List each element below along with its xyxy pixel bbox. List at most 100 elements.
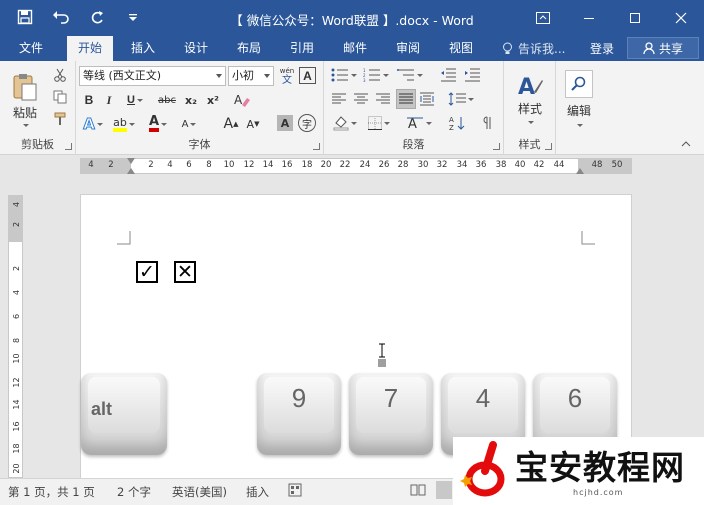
tell-me-search[interactable]: 告诉我...: [502, 40, 565, 57]
tab-home[interactable]: 开始: [67, 36, 113, 61]
superscript-button[interactable]: x²: [204, 91, 222, 109]
ruler-number: 20: [320, 160, 332, 170]
align-left-icon[interactable]: [330, 90, 348, 108]
subscript-button[interactable]: x₂: [182, 91, 200, 109]
tab-layout[interactable]: 布局: [226, 36, 272, 61]
align-center-icon[interactable]: [352, 90, 370, 108]
hanging-indent-marker[interactable]: [127, 168, 135, 174]
tab-references[interactable]: 引用: [279, 36, 325, 61]
tab-design[interactable]: 设计: [173, 36, 219, 61]
change-case-label: A: [181, 118, 189, 130]
ruler-number: 40: [514, 160, 526, 170]
editing-group: 编辑: [556, 61, 602, 155]
tab-view[interactable]: 视图: [438, 36, 484, 61]
ruler-number: 20: [12, 463, 21, 474]
justify-icon[interactable]: [396, 89, 416, 109]
paragraph-group: 123 A A Z 段落: [324, 61, 504, 155]
word-count-status[interactable]: 2 个字: [117, 484, 151, 500]
change-case-button[interactable]: A: [178, 113, 200, 135]
highlight-button[interactable]: ab: [110, 113, 138, 135]
grow-font-button[interactable]: A ▲: [222, 113, 240, 135]
redo-icon[interactable]: [88, 8, 106, 26]
highlight-dropdown-icon[interactable]: [128, 122, 135, 126]
multilevel-list-icon[interactable]: [396, 66, 424, 84]
text-effects-dropdown-icon[interactable]: [96, 122, 103, 126]
insert-mode-status[interactable]: 插入: [246, 484, 269, 500]
macro-record-icon[interactable]: [288, 483, 302, 500]
editing-button[interactable]: 编辑: [560, 66, 598, 130]
ruler-number: 4: [12, 201, 21, 208]
sort-icon[interactable]: AZ: [448, 113, 466, 133]
clipboard-launcher-icon[interactable]: [65, 143, 72, 150]
font-color-dropdown-icon[interactable]: [161, 122, 168, 126]
borders-icon[interactable]: [364, 113, 394, 133]
distributed-icon[interactable]: [418, 90, 436, 108]
ruler-number: 38: [495, 160, 507, 170]
font-color-button[interactable]: A: [144, 113, 172, 135]
quick-access-toolbar: [16, 8, 142, 26]
save-icon[interactable]: [16, 8, 34, 26]
read-mode-icon[interactable]: [410, 483, 426, 500]
increase-indent-icon[interactable]: [462, 66, 482, 84]
italic-button[interactable]: I: [101, 91, 117, 109]
underline-button[interactable]: U: [121, 91, 149, 109]
tab-mailings[interactable]: 邮件: [332, 36, 378, 61]
font-name-select[interactable]: 等线 (西文正文): [79, 66, 226, 86]
format-painter-icon[interactable]: [52, 111, 68, 127]
horizontal-ruler[interactable]: 4 2 2 4 6 8 10 12 14 16 18 20 22 24 26 28 30 32 34 36 38 40 42…: [80, 158, 632, 174]
tab-insert[interactable]: 插入: [120, 36, 166, 61]
login-link[interactable]: 登录: [590, 40, 614, 57]
ruler-number: 50: [611, 160, 623, 170]
language-status[interactable]: 英语(美国): [172, 484, 227, 500]
shrink-font-button[interactable]: A ▼: [244, 113, 262, 135]
bullets-icon[interactable]: [330, 66, 358, 84]
show-marks-icon[interactable]: [478, 113, 496, 133]
page-count-status[interactable]: 第 1 页，共 1 页: [8, 484, 95, 500]
grow-font-label: A: [223, 116, 234, 132]
bold-button[interactable]: B: [81, 91, 97, 109]
chinese-layout-icon[interactable]: A: [404, 113, 434, 133]
paste-button[interactable]: 粘贴: [8, 66, 42, 132]
align-right-icon[interactable]: [374, 90, 392, 108]
numbering-icon[interactable]: 123: [362, 66, 390, 84]
ribbon-display-icon[interactable]: [520, 0, 566, 36]
undo-icon[interactable]: [52, 8, 70, 26]
cut-icon[interactable]: [52, 67, 68, 83]
line-spacing-icon[interactable]: [446, 90, 476, 108]
shading-icon[interactable]: [330, 113, 360, 133]
svg-text:Z: Z: [449, 124, 454, 131]
phonetic-guide-button[interactable]: wén 文: [278, 65, 296, 87]
styles-button[interactable]: A 样式: [510, 67, 550, 129]
strikethrough-button[interactable]: abc: [156, 91, 178, 109]
vertical-ruler[interactable]: 4 2 2 4 6 8 10 12 14 16 18 20: [8, 195, 23, 478]
minimize-icon[interactable]: [566, 0, 612, 36]
decrease-indent-icon[interactable]: [438, 66, 458, 84]
styles-icon: A: [518, 75, 543, 100]
character-border-button[interactable]: A: [299, 67, 316, 84]
highlight-label: ab: [113, 117, 127, 132]
ruler-number: 8: [206, 160, 212, 170]
maximize-icon[interactable]: [612, 0, 658, 36]
styles-launcher-icon[interactable]: [545, 143, 552, 150]
enclose-characters-button[interactable]: 字: [298, 114, 316, 132]
close-icon[interactable]: [658, 0, 704, 36]
collapse-ribbon-icon[interactable]: [680, 139, 692, 149]
customize-icon[interactable]: [124, 8, 142, 26]
right-indent-marker[interactable]: [576, 168, 584, 174]
tab-review[interactable]: 审阅: [385, 36, 431, 61]
share-button[interactable]: 共享: [627, 37, 699, 59]
paste-dropdown-icon[interactable]: [23, 123, 29, 127]
copy-icon[interactable]: [52, 89, 68, 105]
paragraph-launcher-icon[interactable]: [493, 143, 500, 150]
font-size-select[interactable]: 小初: [228, 66, 274, 86]
change-case-dropdown-icon[interactable]: [190, 122, 197, 126]
first-line-indent-marker[interactable]: [127, 158, 135, 164]
character-shading-button[interactable]: A: [277, 115, 293, 131]
text-effects-button[interactable]: A: [80, 113, 106, 135]
underline-dropdown-icon[interactable]: [136, 98, 143, 102]
clear-formatting-icon[interactable]: A: [232, 90, 252, 110]
font-launcher-icon[interactable]: [313, 143, 320, 150]
tab-file[interactable]: 文件: [8, 36, 54, 61]
print-layout-icon[interactable]: [436, 481, 452, 499]
share-label: 共享: [658, 41, 683, 56]
